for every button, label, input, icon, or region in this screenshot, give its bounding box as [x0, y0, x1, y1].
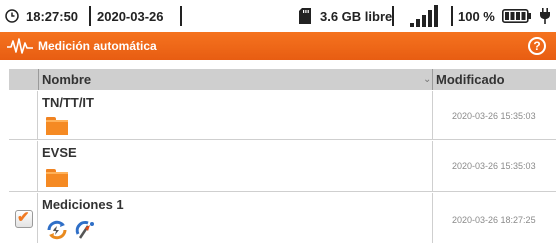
row-name: TN/TT/IT — [42, 95, 94, 110]
row-checkbox-cell[interactable]: ✔ — [9, 193, 38, 243]
row-modified: 2020-03-26 18:27:25 — [452, 215, 536, 225]
status-separator — [451, 6, 453, 26]
file-table: Nombre ⌄ Modificado TN/TT/IT 2020-03-26 … — [9, 69, 556, 243]
table-header: Nombre ⌄ Modificado — [9, 69, 556, 90]
status-time: 18:27:50 — [26, 8, 79, 24]
auto-measurement-icon — [46, 220, 68, 243]
status-separator — [392, 6, 394, 26]
waveform-icon — [7, 37, 33, 60]
clock-icon — [5, 0, 19, 32]
title-bar: Medición automática ? — [0, 32, 556, 60]
table-row[interactable]: EVSE 2020-03-26 15:35:03 — [9, 141, 556, 192]
column-divider — [432, 193, 433, 243]
sd-card-icon — [299, 0, 311, 32]
signal-icon — [410, 0, 440, 32]
row-name: EVSE — [42, 145, 77, 160]
table-row[interactable]: ✔ Mediciones 1 2020-03-26 18:27:25 — [9, 193, 556, 243]
row-modified: 2020-03-26 15:35:03 — [452, 161, 536, 171]
row-checkbox-cell[interactable] — [9, 141, 38, 191]
row-checkbox[interactable]: ✔ — [15, 209, 33, 228]
row-checkbox-cell[interactable] — [9, 91, 38, 139]
folder-icon — [46, 117, 68, 135]
header-divider — [38, 69, 39, 90]
status-storage: 3.6 GB libre — [320, 8, 393, 24]
probe-icon — [74, 220, 96, 243]
status-battery-percent: 100 % — [458, 8, 495, 24]
column-divider — [432, 91, 433, 139]
plug-icon — [539, 0, 551, 32]
row-name: Mediciones 1 — [42, 197, 124, 212]
table-row[interactable]: TN/TT/IT 2020-03-26 15:35:03 — [9, 91, 556, 140]
column-header-modified[interactable]: Modificado — [436, 69, 505, 90]
status-separator — [180, 6, 182, 26]
battery-icon — [502, 0, 532, 32]
status-separator — [89, 6, 91, 26]
column-divider — [432, 141, 433, 191]
help-icon[interactable]: ? — [528, 37, 546, 55]
status-date: 2020-03-26 — [97, 8, 164, 24]
row-modified: 2020-03-26 15:35:03 — [452, 111, 536, 121]
folder-icon — [46, 169, 68, 187]
page-title: Medición automática — [38, 39, 157, 53]
chevron-down-icon[interactable]: ⌄ — [423, 69, 431, 90]
header-divider — [432, 69, 433, 90]
status-bar: 18:27:50 2020-03-26 3.6 GB libre 100 % — [0, 0, 556, 32]
checkmark-icon: ✔ — [17, 209, 30, 226]
column-header-name[interactable]: Nombre — [42, 69, 91, 90]
